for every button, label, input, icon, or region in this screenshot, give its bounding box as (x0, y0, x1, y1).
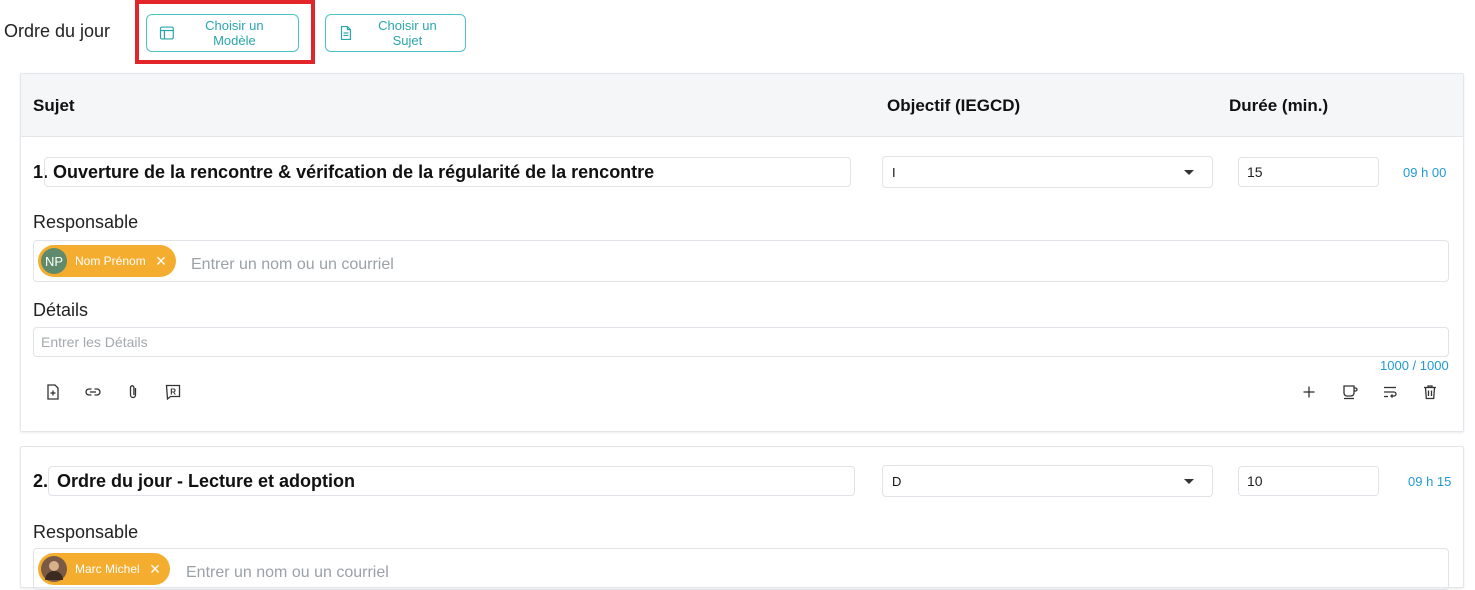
choose-subject-button[interactable]: Choisir un Sujet (325, 14, 466, 52)
avatar: NP (41, 248, 67, 274)
agenda-card-2: 2. Ordre du jour - Lecture et adoption D… (20, 446, 1464, 590)
highlight-box (135, 0, 315, 64)
trash-icon[interactable] (1419, 381, 1441, 403)
col-subject: Sujet (33, 96, 75, 115)
start-time: 09 h 15 (1408, 474, 1452, 489)
coffee-break-icon[interactable] (1339, 381, 1361, 403)
responsible-label: Responsable (33, 212, 139, 232)
page-title: Ordre du jour (4, 21, 111, 41)
wrap-text-icon[interactable] (1379, 381, 1401, 403)
add-document-icon[interactable] (42, 381, 64, 403)
paperclip-icon[interactable] (122, 381, 144, 403)
details-input[interactable]: Entrer les Détails (33, 327, 1449, 357)
close-icon[interactable]: × (150, 560, 161, 578)
avatar (41, 556, 67, 582)
link-icon[interactable] (82, 381, 104, 403)
duration-input[interactable]: 10 (1238, 466, 1379, 496)
subject-input[interactable]: Ordre du jour - Lecture et adoption (48, 466, 855, 496)
agenda-card-1: Sujet Objectif (IEGCD) Durée (min.) 1. O… (20, 73, 1464, 432)
start-time: 09 h 00 (1403, 165, 1447, 180)
subject-input[interactable]: Ouverture de la rencontre & vérifcation … (44, 157, 851, 187)
responsible-input[interactable]: Marc Michel × Entrer un nom ou un courri… (33, 548, 1449, 590)
details-label: Détails (33, 300, 89, 320)
responsible-label: Responsable (33, 522, 139, 542)
duration-input[interactable]: 15 (1238, 157, 1379, 187)
item-number: 2. (33, 471, 49, 491)
col-duration: Durée (min.) (1229, 96, 1329, 115)
person-chip[interactable]: NP Nom Prénom × (38, 245, 177, 277)
responsible-input[interactable]: NP Nom Prénom × Entrer un nom ou un cour… (33, 240, 1449, 282)
close-icon[interactable]: × (156, 252, 167, 270)
person-icon (45, 561, 63, 580)
caret-down-icon (1184, 170, 1194, 175)
col-objective: Objectif (IEGCD) (887, 96, 1021, 115)
people-placeholder: Entrer un nom ou un courriel (191, 256, 394, 273)
document-icon (340, 25, 352, 41)
char-counter: 1000 / 1000 (1380, 358, 1449, 373)
objective-select[interactable]: I (882, 156, 1213, 188)
person-name: Marc Michel (75, 562, 140, 576)
objective-select[interactable]: D (882, 465, 1213, 497)
caret-down-icon (1184, 479, 1194, 484)
svg-text:R: R (170, 388, 176, 397)
resolution-icon[interactable]: R (162, 381, 184, 403)
choose-subject-label: Choisir un Sujet (378, 18, 437, 48)
objective-value: D (892, 473, 902, 489)
person-chip[interactable]: Marc Michel × (38, 553, 171, 585)
toolbar: Ordre du jour Choisir un Modèle Choisir … (0, 0, 1475, 66)
person-name: Nom Prénom (75, 254, 146, 268)
table-header: Sujet Objectif (IEGCD) Durée (min.) (21, 74, 1463, 137)
objective-value: I (892, 164, 896, 180)
people-placeholder: Entrer un nom ou un courriel (186, 564, 389, 581)
plus-icon[interactable] (1298, 381, 1320, 403)
